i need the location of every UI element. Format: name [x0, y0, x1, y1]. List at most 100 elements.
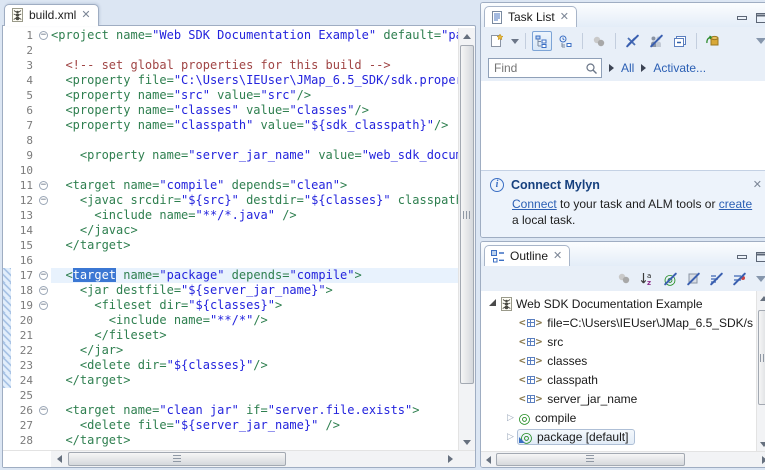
code-line[interactable]: 10	[3, 163, 458, 178]
vscroll-thumb[interactable]	[460, 45, 474, 384]
code-text[interactable]: </javac>	[51, 223, 458, 238]
tree-collapsed-arrow-icon[interactable]: ▷	[505, 431, 516, 442]
search-icon[interactable]	[585, 62, 598, 75]
hide-defining-elements-button[interactable]	[706, 269, 726, 289]
editor-horizontal-scrollbar[interactable]	[3, 450, 475, 467]
code-line[interactable]: 12− <javac srcdir="${src}" destdir="${cl…	[3, 193, 458, 208]
all-link[interactable]: All	[621, 61, 634, 75]
selected-item-box[interactable]: ◎package [default]	[517, 429, 635, 445]
mylyn-close-icon[interactable]: ✕	[753, 180, 762, 190]
outline-item-file-c-users-ieuser-jmap-6-5-s[interactable]: <>file=C:\Users\IEUser\JMap_6.5_SDK/s	[481, 313, 756, 332]
code-text[interactable]: </fileset>	[51, 328, 458, 343]
outline-horizontal-scrollbar[interactable]	[481, 451, 765, 467]
code-line[interactable]: 4 <property file="C:\Users\IEUser\JMap_6…	[3, 73, 458, 88]
hide-imported-elements-button[interactable]	[683, 269, 703, 289]
code-text[interactable]: <project name="Web SDK Documentation Exa…	[51, 28, 458, 43]
fold-column[interactable]: −	[37, 403, 51, 418]
code-line[interactable]: 6 <property name="classes" value="classe…	[3, 103, 458, 118]
fold-column[interactable]: −	[37, 268, 51, 283]
hide-properties-button[interactable]	[729, 269, 749, 289]
task-list-tab-close-icon[interactable]: ✕	[560, 12, 569, 22]
code-line[interactable]: 20 <include name="**/*"/>	[3, 313, 458, 328]
code-text[interactable]: <include name="**/*"/>	[51, 313, 458, 328]
outline-item-classes[interactable]: <>classes	[481, 351, 756, 370]
collapse-icon[interactable]: −	[39, 406, 48, 415]
code-line[interactable]: 3 <!-- set global properties for this bu…	[3, 58, 458, 73]
scroll-left-arrow-icon[interactable]	[481, 452, 495, 467]
outline-vertical-scrollbar[interactable]	[756, 291, 765, 451]
task-list-view-menu-icon[interactable]	[756, 38, 765, 44]
fold-column[interactable]: −	[37, 283, 51, 298]
scroll-right-arrow-icon[interactable]	[442, 451, 458, 467]
code-text[interactable]	[51, 253, 458, 268]
code-line[interactable]: 21 </fileset>	[3, 328, 458, 343]
fold-column[interactable]: −	[37, 28, 51, 43]
fold-column[interactable]: −	[37, 298, 51, 313]
maximize-icon[interactable]	[756, 252, 765, 262]
outline-item-src[interactable]: <>src	[481, 332, 756, 351]
code-line[interactable]: 7 <property name="classpath" value="${sd…	[3, 118, 458, 133]
scroll-left-arrow-icon[interactable]	[51, 451, 67, 467]
outline-item-compile[interactable]: ▷◎compile	[481, 408, 756, 427]
collapse-icon[interactable]: −	[39, 196, 48, 205]
editor-tab-close-icon[interactable]: ✕	[81, 10, 90, 20]
tree-collapsed-arrow-icon[interactable]: ▷	[505, 412, 516, 423]
outline-tab-close-icon[interactable]: ✕	[553, 251, 562, 261]
create-link[interactable]: create	[719, 197, 752, 211]
link-with-editor-button[interactable]	[614, 269, 634, 289]
scheduled-view-button[interactable]	[556, 31, 576, 51]
code-line[interactable]: 24 </target>	[3, 373, 458, 388]
code-line[interactable]: 13 <include name="**/*.java" />	[3, 208, 458, 223]
code-line[interactable]: 27 <delete file="${server_jar_name}" />	[3, 418, 458, 433]
outline-view-menu-icon[interactable]	[756, 276, 765, 282]
find-box[interactable]	[488, 58, 602, 78]
task-list-tab[interactable]: Task List ✕	[484, 6, 577, 28]
code-text[interactable]: </target>	[51, 238, 458, 253]
focus-on-workweek-button[interactable]	[589, 31, 609, 51]
code-text[interactable]: <delete dir="${classes}"/>	[51, 358, 458, 373]
collapse-icon[interactable]: −	[39, 271, 48, 280]
code-text[interactable]: <include name="**/*.java" />	[51, 208, 458, 223]
scroll-right-arrow-icon[interactable]	[757, 452, 765, 467]
code-text[interactable]: </target>	[51, 433, 458, 448]
activate-link[interactable]: Activate...	[653, 61, 706, 75]
scroll-up-arrow-icon[interactable]	[757, 291, 765, 305]
code-line[interactable]: 16	[3, 253, 458, 268]
code-text[interactable]: <property name="classpath" value="${sdk_…	[51, 118, 458, 133]
outline-item-package-default-[interactable]: ▷◎package [default]	[481, 427, 756, 446]
vscroll-thumb[interactable]	[758, 310, 765, 405]
filter-completed-tasks-button[interactable]	[622, 31, 642, 51]
editor-vertical-scrollbar[interactable]	[458, 28, 475, 450]
outline-tab[interactable]: Outline ✕	[484, 245, 570, 267]
code-text[interactable]: <target name="compile" depends="clean">	[51, 178, 458, 193]
tree-expanded-arrow-icon[interactable]	[489, 299, 496, 306]
minimize-icon[interactable]	[737, 253, 748, 262]
code-text[interactable]: <!-- set global properties for this buil…	[51, 58, 458, 73]
code-text[interactable]: </jar>	[51, 343, 458, 358]
code-line[interactable]: 22 </jar>	[3, 343, 458, 358]
code-text[interactable]: <target name="clean jar" if="server.file…	[51, 403, 458, 418]
fold-column[interactable]: −	[37, 178, 51, 193]
maximize-icon[interactable]	[756, 13, 765, 23]
outline-item-classpath[interactable]: <>classpath	[481, 370, 756, 389]
code-line[interactable]: 26− <target name="clean jar" if="server.…	[3, 403, 458, 418]
code-line[interactable]: 25	[3, 388, 458, 403]
code-line[interactable]: 14 </javac>	[3, 223, 458, 238]
code-text[interactable]: <target name="package" depends="compile"…	[51, 268, 458, 283]
code-text[interactable]: <delete file="${server_jar_name}" />	[51, 418, 458, 433]
code-area[interactable]: 1−<project name="Web SDK Documentation E…	[3, 28, 458, 450]
code-text[interactable]: <jar destfile="${server_jar_name}">	[51, 283, 458, 298]
collapse-icon[interactable]: −	[39, 31, 48, 40]
hscroll-thumb[interactable]	[68, 452, 286, 466]
code-line[interactable]: 23 <delete dir="${classes}"/>	[3, 358, 458, 373]
code-line[interactable]: 8	[3, 133, 458, 148]
code-line[interactable]: 17− <target name="package" depends="comp…	[3, 268, 458, 283]
task-list-content[interactable]	[481, 81, 765, 170]
code-text[interactable]: <property name="src" value="src"/>	[51, 88, 458, 103]
minimize-icon[interactable]	[737, 14, 748, 23]
fold-column[interactable]: −	[37, 193, 51, 208]
code-text[interactable]	[51, 388, 458, 403]
code-text[interactable]	[51, 133, 458, 148]
new-task-button[interactable]	[486, 31, 506, 51]
code-line[interactable]: 2	[3, 43, 458, 58]
